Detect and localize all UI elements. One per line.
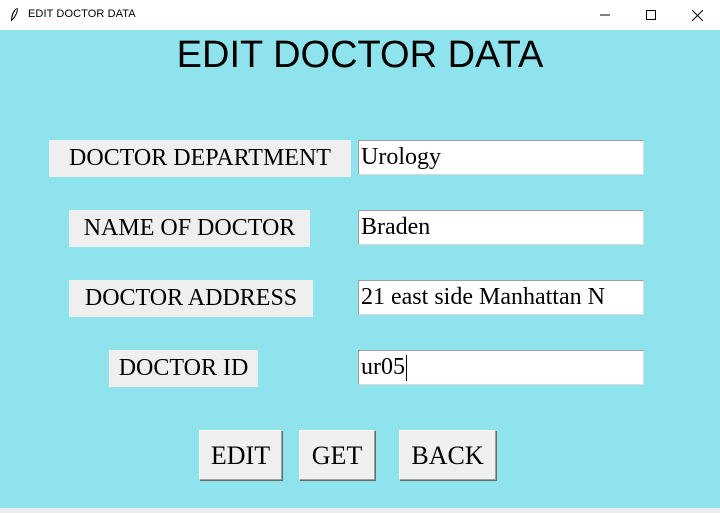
close-icon — [691, 9, 703, 21]
department-label: DOCTOR DEPARTMENT — [49, 140, 351, 177]
get-button[interactable]: GET — [299, 430, 375, 480]
feather-icon — [11, 7, 18, 21]
edit-button[interactable]: EDIT — [199, 430, 282, 480]
doctor-address-field[interactable]: 21 east side Manhattan N — [358, 280, 644, 315]
maximize-icon — [646, 10, 656, 20]
doctor-name-field[interactable]: Braden — [358, 210, 644, 245]
back-button[interactable]: BACK — [399, 430, 496, 480]
doctor-name-label: NAME OF DOCTOR — [69, 210, 310, 247]
window-title: EDIT DOCTOR DATA — [28, 8, 136, 20]
minimize-button[interactable] — [582, 0, 628, 30]
doctor-id-field[interactable]: ur05 — [358, 350, 644, 385]
form-panel: EDIT DOCTOR DATA DOCTOR DEPARTMENT Urolo… — [0, 30, 720, 513]
minimize-icon — [600, 14, 610, 16]
doctor-id-value: ur05 — [361, 354, 405, 380]
doctor-id-label: DOCTOR ID — [109, 350, 258, 387]
close-button[interactable] — [674, 0, 720, 30]
doctor-name-value: Braden — [361, 214, 431, 240]
text-cursor — [406, 355, 407, 382]
title-bar[interactable]: EDIT DOCTOR DATA — [0, 0, 720, 30]
department-value: Urology — [361, 144, 441, 170]
department-field[interactable]: Urology — [358, 140, 644, 175]
window-bottom-edge — [0, 508, 720, 513]
doctor-address-value: 21 east side Manhattan N — [361, 284, 605, 310]
page-title: EDIT DOCTOR DATA — [176, 34, 544, 76]
maximize-button[interactable] — [628, 0, 674, 30]
doctor-address-label: DOCTOR ADDRESS — [69, 280, 313, 317]
